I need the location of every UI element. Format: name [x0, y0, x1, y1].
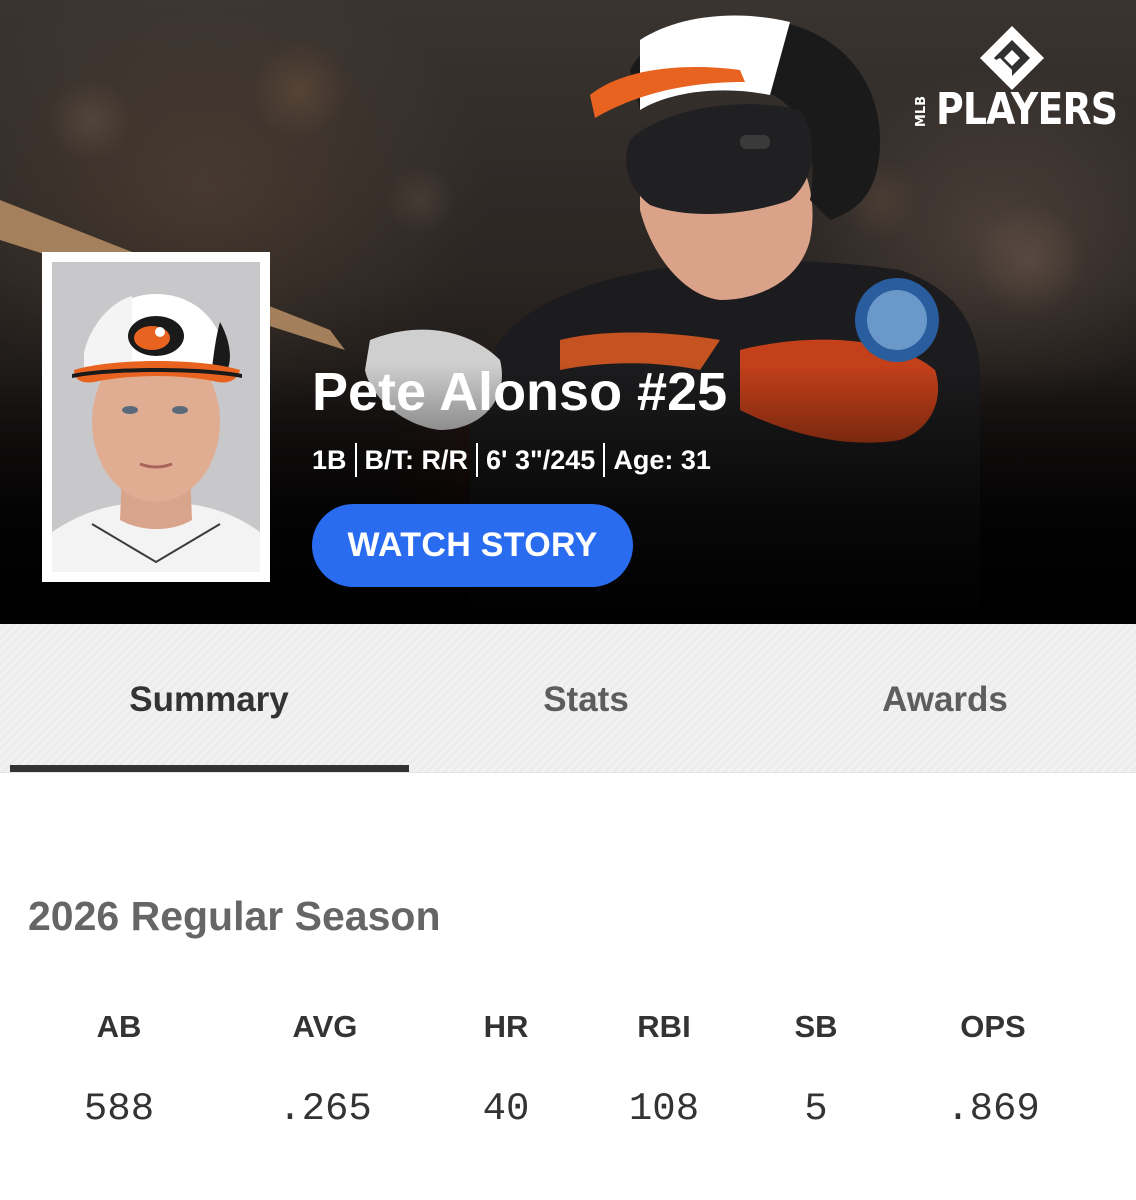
player-name: Pete Alonso #25 [312, 362, 728, 422]
tab-summary[interactable]: Summary [10, 624, 408, 772]
stat-label-hr: HR [483, 1009, 529, 1044]
tab-awards[interactable]: Awards [764, 624, 1126, 772]
player-bats-throws: B/T: R/R [364, 445, 469, 475]
tab-stats[interactable]: Stats [408, 624, 764, 772]
player-bio-line: 1B B/T: R/R 6' 3"/245 Age: 31 [312, 440, 711, 480]
divider [354, 443, 357, 477]
players-wordmark: PLAYERS [936, 84, 1118, 135]
stat-value-ab: 588 [83, 1087, 155, 1131]
mlb-small-text: MLB [914, 95, 930, 128]
active-tab-indicator [10, 765, 409, 772]
stat-value-ops: .869 [946, 1087, 1040, 1131]
player-position: 1B [312, 445, 347, 475]
mlb-players-logo-icon[interactable]: MLB PLAYERS [904, 24, 1120, 142]
stat-label-avg: AVG [292, 1009, 358, 1044]
stat-value-avg: .265 [278, 1087, 372, 1131]
diamond-mark-icon [980, 26, 1044, 90]
player-age: Age: 31 [613, 445, 711, 475]
player-headshot-frame [42, 252, 270, 582]
divider [476, 443, 479, 477]
watch-story-button[interactable]: WATCH STORY [312, 504, 633, 587]
stat-label-sb: SB [794, 1009, 838, 1044]
stat-value-sb: 5 [804, 1087, 828, 1131]
tab-bar: Summary Stats Awards [0, 624, 1136, 773]
stat-label-ab: AB [96, 1009, 142, 1044]
player-headshot-image [52, 262, 260, 572]
player-height-weight: 6' 3"/245 [486, 445, 596, 475]
stat-label-ops: OPS [960, 1009, 1026, 1044]
player-hero: MLB PLAYERS Pete Alonso #25 1B B/T: R/R … [0, 0, 1136, 624]
stat-value-hr: 40 [482, 1087, 530, 1131]
season-title: 2026 Regular Season [28, 893, 441, 939]
divider [603, 443, 606, 477]
